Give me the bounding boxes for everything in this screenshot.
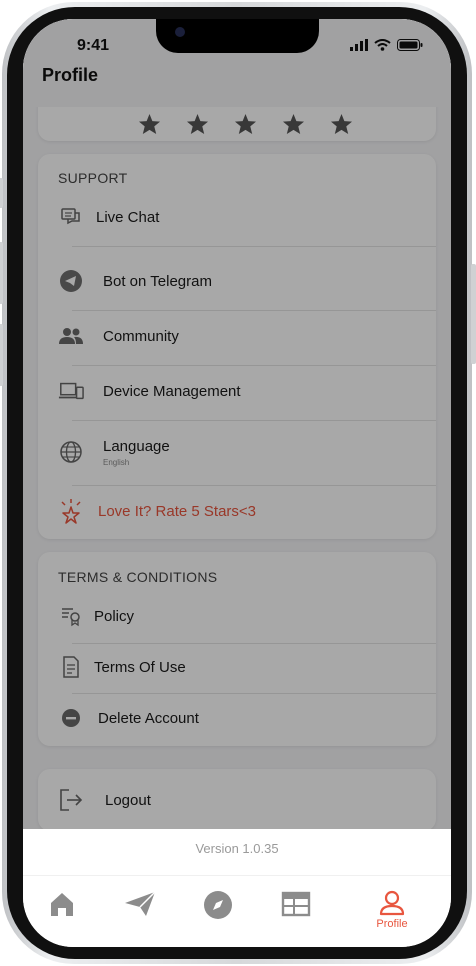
paper-plane-icon [125, 891, 156, 916]
person-icon [379, 890, 405, 916]
tab-home[interactable] [32, 890, 92, 934]
front-camera [175, 27, 185, 37]
tab-schedule[interactable] [266, 890, 326, 934]
volume-up-button [0, 242, 3, 304]
volume-down-button [0, 324, 3, 386]
home-icon [51, 893, 73, 916]
tab-profile-label: Profile [376, 918, 408, 930]
table-icon [281, 891, 311, 917]
tab-bar: Profile [23, 875, 451, 947]
dim-overlay[interactable] [23, 19, 451, 829]
power-button [471, 264, 476, 364]
tab-profile[interactable]: Profile [362, 890, 422, 934]
screen: 9:41 Profile SUPPORT Live Chat Bot on Te… [23, 19, 451, 947]
app-version: Version 1.0.35 [23, 829, 451, 875]
tab-send[interactable] [110, 890, 170, 934]
tab-explore[interactable] [188, 890, 248, 934]
mute-switch [0, 178, 3, 208]
compass-icon [204, 891, 232, 919]
